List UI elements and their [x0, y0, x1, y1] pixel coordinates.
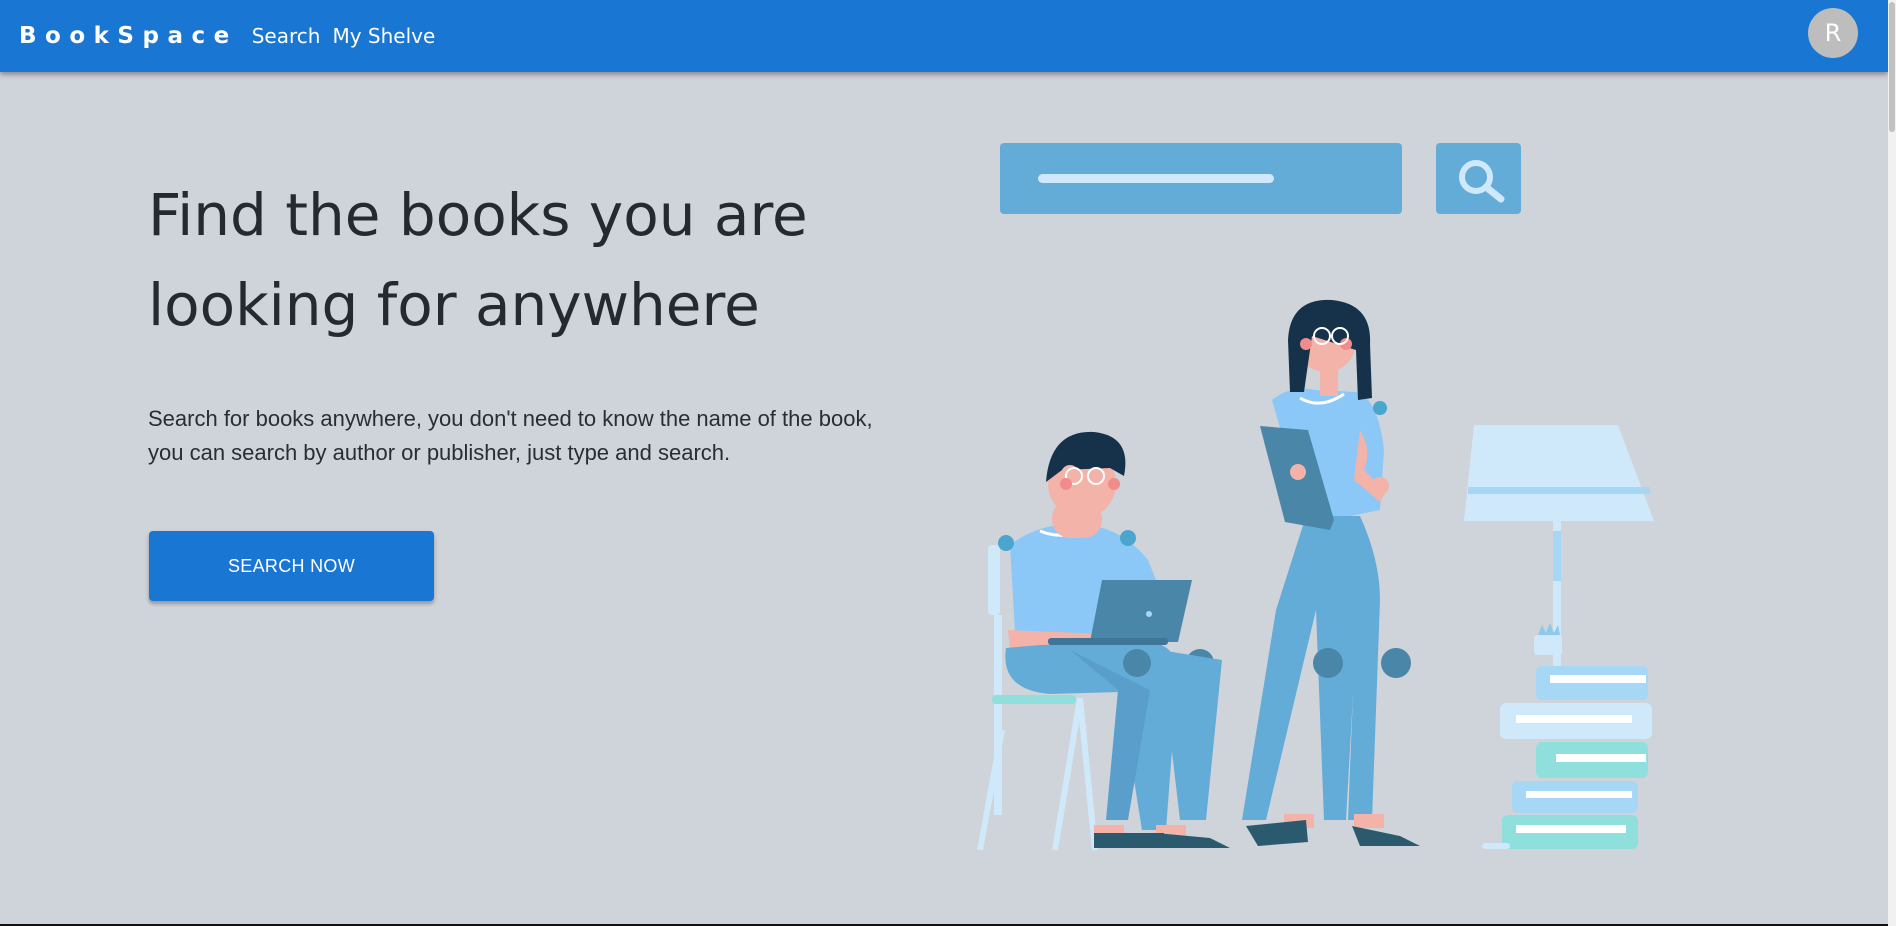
hero-description: Search for books anywhere, you don't nee… [148, 402, 938, 470]
nav-search[interactable]: Search [252, 24, 321, 48]
standing-woman [1242, 299, 1420, 846]
floor-lamp [1464, 425, 1654, 696]
hero-description-line-2: you can search by author or publisher, j… [148, 440, 731, 465]
hero-title: Find the books you are looking for anywh… [148, 170, 908, 350]
page-scrollbar[interactable] [1888, 0, 1896, 926]
sitting-man [998, 431, 1230, 848]
nav-my-shelve[interactable]: My Shelve [332, 24, 435, 48]
user-avatar[interactable]: R [1808, 8, 1858, 58]
search-now-button[interactable]: SEARCH NOW [149, 531, 434, 601]
hero-illustration [977, 143, 1654, 851]
book-stack [1482, 623, 1652, 849]
hero-description-line-1: Search for books anywhere, you don't nee… [148, 406, 873, 431]
app-bar: BookSpace Search My Shelve R [0, 0, 1888, 72]
search-bar-graphic [1000, 143, 1521, 214]
hero-title-line-2: looking for anywhere [148, 271, 760, 339]
brand-logo[interactable]: BookSpace [19, 23, 238, 49]
hero-title-line-1: Find the books you are [148, 181, 808, 249]
scrollbar-thumb[interactable] [1889, 2, 1895, 132]
